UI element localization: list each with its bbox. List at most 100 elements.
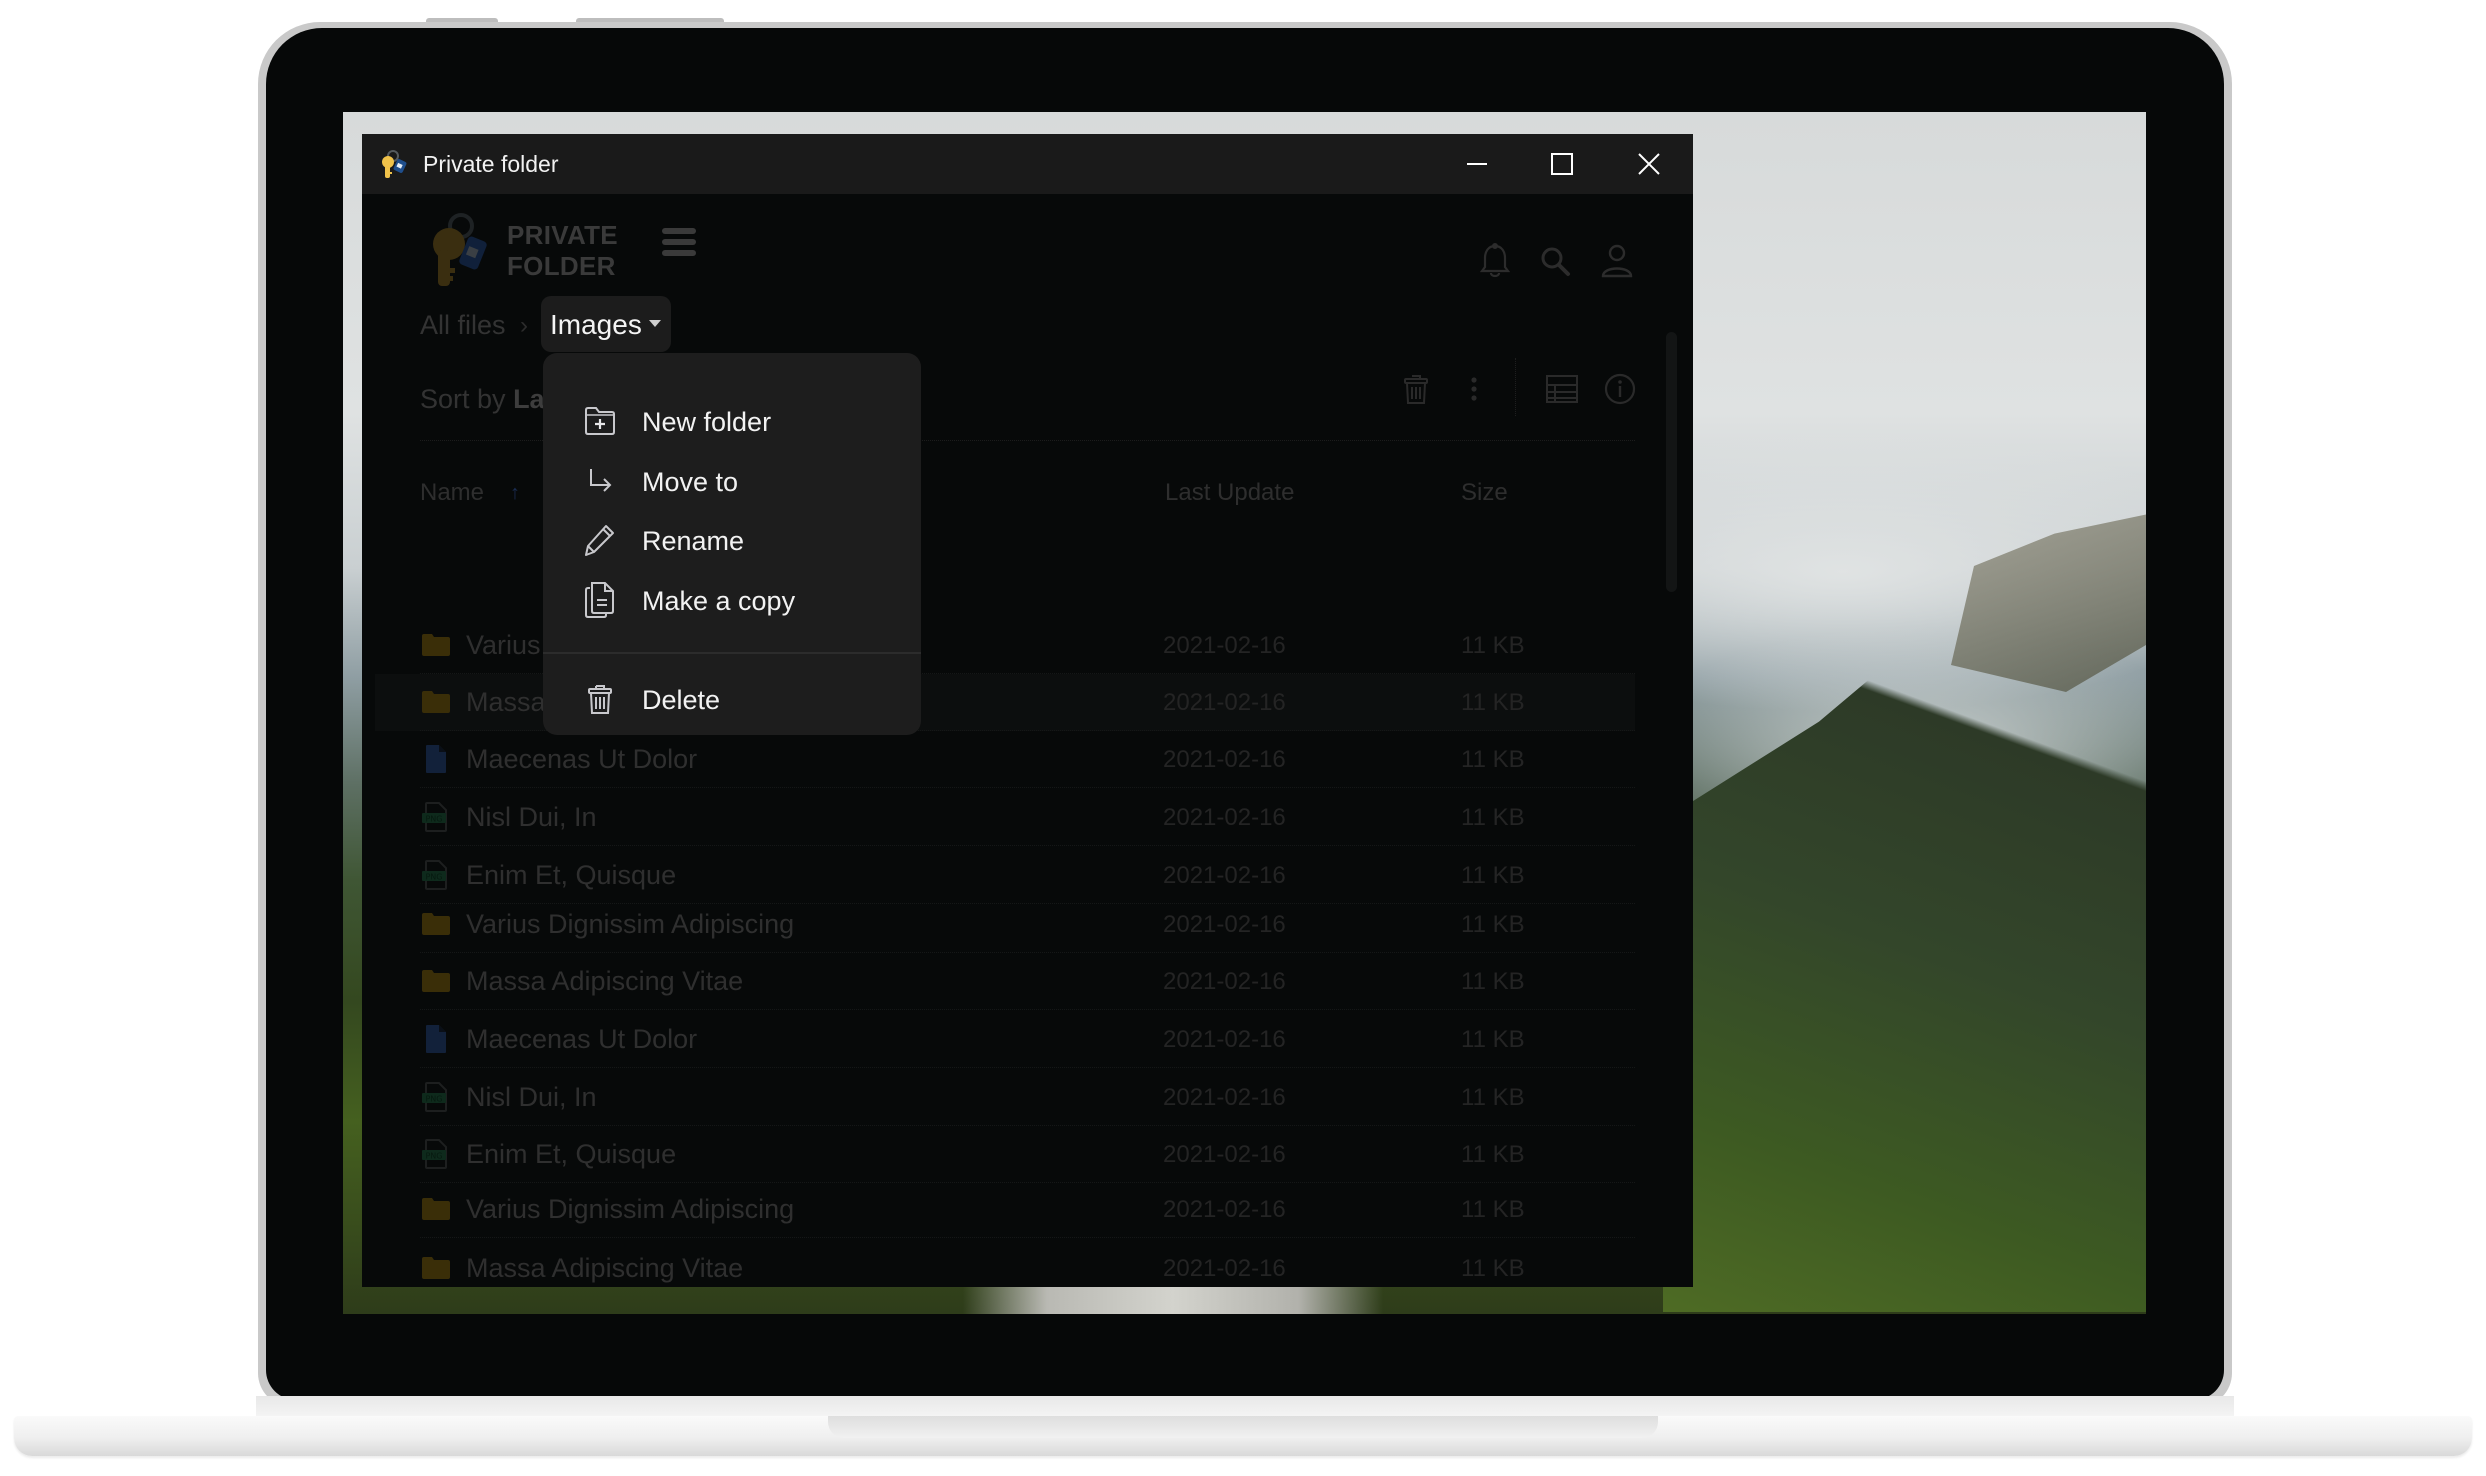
file-row[interactable]: PNG Nisl Dui, In 2021-02-16 11 KB: [375, 789, 1635, 846]
file-size: 11 KB: [1461, 1084, 1525, 1111]
document-icon: [421, 744, 451, 774]
file-name: Enim Et, Quisque: [466, 860, 677, 890]
file-row[interactable]: PNG Enim Et, Quisque 2021-02-16 11 KB: [375, 1126, 1635, 1183]
file-row[interactable]: Varius Dignissim Adipiscing 2021-02-16 11 …: [375, 896, 1635, 953]
menu-item-label: New folder: [642, 407, 772, 437]
menu-icon-bar: [662, 239, 696, 245]
file-size: 11 KB: [1461, 1255, 1525, 1282]
file-row[interactable]: Massa Adipiscing Vitae 2021-02-16 11 KB: [375, 953, 1635, 1010]
file-size: 11 KB: [1461, 632, 1525, 659]
close-icon: [1638, 153, 1660, 175]
user-icon: [1601, 244, 1633, 278]
search-button[interactable]: [1536, 242, 1574, 280]
png-file-icon: PNG: [421, 860, 451, 890]
menu-icon-bar: [662, 250, 696, 256]
file-last-update: 2021-02-16: [1163, 1196, 1286, 1223]
row-divider: [420, 787, 1635, 788]
notifications-button[interactable]: [1476, 242, 1514, 280]
file-name: Maecenas Ut Dolor: [466, 744, 698, 774]
column-header-last-update[interactable]: Last Update: [1165, 479, 1294, 507]
png-file-icon: PNG: [421, 1082, 451, 1112]
account-button[interactable]: [1598, 242, 1636, 280]
row-divider: [420, 1009, 1635, 1010]
minimize-button[interactable]: [1442, 134, 1512, 194]
menu-item-new-folder[interactable]: New folder: [543, 393, 921, 449]
maximize-button[interactable]: [1527, 134, 1597, 194]
file-size: 11 KB: [1461, 804, 1525, 831]
menu-item-label: Delete: [642, 685, 721, 715]
window-title: Private folder: [423, 151, 559, 177]
file-row[interactable]: PNG Nisl Dui, In 2021-02-16 11 KB: [375, 1069, 1635, 1126]
breadcrumb-current: Images: [550, 309, 642, 340]
file-name: Nisl Dui, In: [466, 1082, 597, 1112]
caret-down-icon: [649, 320, 661, 327]
file-last-update: 2021-02-16: [1163, 862, 1286, 889]
bell-icon: [1480, 243, 1510, 278]
file-row[interactable]: Varius Dignissim Adipiscing 2021-02-16 11 …: [375, 1181, 1635, 1238]
info-icon: [1604, 373, 1636, 405]
file-size: 11 KB: [1461, 911, 1525, 938]
title-bar[interactable]: Private folder: [362, 134, 1693, 194]
list-view-button[interactable]: [1542, 369, 1582, 409]
breadcrumb-current-folder-dropdown[interactable]: Images: [541, 296, 671, 352]
logo-key-icon: [433, 213, 487, 286]
arrow-wrap: [583, 464, 617, 498]
menu-item-make-a-copy[interactable]: Make a copy: [543, 572, 921, 628]
file-name: Nisl Dui, In: [466, 802, 597, 832]
info-button[interactable]: [1600, 369, 1640, 409]
list-view-icon: [1546, 375, 1578, 403]
sort-by-value: La: [513, 384, 545, 414]
breadcrumb-all-files[interactable]: All files: [420, 310, 506, 341]
more-options-button[interactable]: [1454, 369, 1494, 409]
file-name: Enim Et, Quisque: [466, 1139, 677, 1169]
app-key-icon: [382, 150, 407, 178]
delete-toolbar-button[interactable]: [1396, 369, 1436, 409]
file-name: Varius Dignissim Adipiscing: [466, 909, 795, 939]
file-size: 11 KB: [1461, 1196, 1525, 1223]
file-last-update: 2021-02-16: [1163, 632, 1286, 659]
row-divider: [420, 1237, 1635, 1238]
file-name: Varius Dignissim Adipiscing: [466, 1194, 795, 1224]
copy-icon: [585, 582, 614, 618]
file-size: 11 KB: [1461, 862, 1525, 889]
file-name: Maecenas Ut Dolor: [466, 1024, 698, 1054]
sort-by-control[interactable]: Sort by La: [420, 384, 545, 415]
file-size: 11 KB: [1461, 1141, 1525, 1168]
breadcrumb-separator: ›: [520, 312, 528, 339]
file-last-update: 2021-02-16: [1163, 689, 1286, 716]
file-row[interactable]: Maecenas Ut Dolor 2021-02-16 11 KB: [375, 1011, 1635, 1068]
menu-item-delete[interactable]: Delete: [543, 671, 921, 727]
file-row[interactable]: Maecenas Ut Dolor 2021-02-16 11 KB: [375, 731, 1635, 788]
close-button[interactable]: [1614, 134, 1684, 194]
folder-icon: [421, 1194, 451, 1224]
menu-item-rename[interactable]: Rename: [543, 512, 921, 568]
file-last-update: 2021-02-16: [1163, 1026, 1286, 1053]
minimize-icon: [1467, 163, 1487, 165]
folder-icon: [421, 1253, 451, 1283]
column-header-size[interactable]: Size: [1461, 479, 1508, 507]
arrow-turn-right-icon: [590, 469, 612, 492]
folder-plus-icon-wrap: [583, 404, 617, 438]
file-row[interactable]: Massa Adipiscing Vitae 2021-02-16 11 KB: [375, 1240, 1635, 1287]
scrollbar-thumb[interactable]: [1666, 332, 1677, 592]
file-last-update: 2021-02-16: [1163, 968, 1286, 995]
document-icon: [421, 1024, 451, 1054]
file-size: 11 KB: [1461, 746, 1525, 773]
svg-text:PNG: PNG: [425, 1152, 442, 1161]
menu-item-label: Make a copy: [642, 586, 796, 616]
menu-toggle-button[interactable]: [662, 228, 696, 258]
file-name: Massa Adipiscing Vitae: [466, 1253, 744, 1283]
file-last-update: 2021-02-16: [1163, 911, 1286, 938]
column-header-name[interactable]: Name ↑: [420, 479, 520, 507]
file-size: 11 KB: [1461, 1026, 1525, 1053]
pencil-icon: [585, 525, 614, 556]
pencil-wrap: [583, 523, 617, 557]
trash-icon: [588, 685, 612, 714]
copy-wrap: [583, 582, 617, 618]
laptop-notch: [828, 1416, 1658, 1438]
menu-separator: [543, 652, 921, 654]
folder-context-menu: New folder Move to Rename Make a copy De…: [543, 353, 921, 735]
file-name: Massa Adipiscing Vitae: [466, 966, 744, 996]
sort-by-label: Sort by: [420, 384, 506, 414]
menu-item-move-to[interactable]: Move to: [543, 453, 921, 509]
